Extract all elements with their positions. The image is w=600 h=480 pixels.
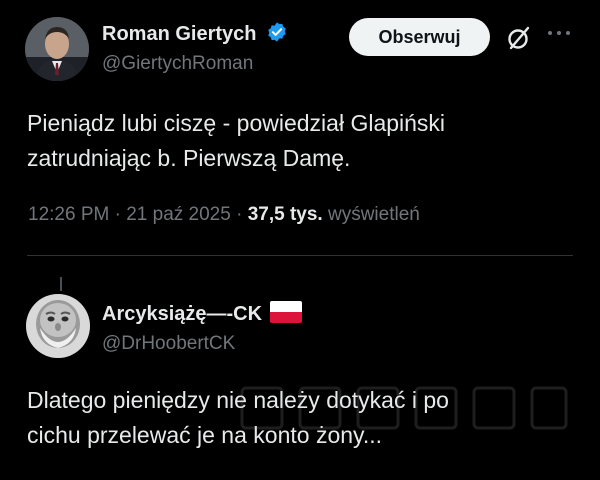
- tweet-text: Pieniądz lubi ciszę - powiedział Glapińs…: [27, 106, 445, 176]
- poland-flag-icon: [269, 301, 302, 323]
- tweet-meta: 12:26 PM · 21 paź 2025 · 37,5 tys. wyświ…: [28, 204, 420, 226]
- views-label: wyświetleń: [327, 204, 420, 225]
- avatar-photo: [25, 17, 89, 81]
- author-name[interactable]: Arcyksiążę—-CK: [102, 301, 302, 326]
- author-name-text[interactable]: Arcyksiążę—-CK: [102, 303, 262, 325]
- tweet-date[interactable]: 21 paź 2025: [126, 204, 231, 225]
- avatar[interactable]: [26, 294, 90, 358]
- meta-separator: ·: [236, 204, 243, 225]
- author-handle[interactable]: @DrHoobertCK: [102, 333, 235, 355]
- avatar[interactable]: [25, 17, 89, 81]
- author-name[interactable]: Roman Giertych: [102, 21, 288, 49]
- verified-badge-icon: [266, 21, 288, 49]
- avatar-photo: [26, 294, 90, 358]
- follow-button[interactable]: Obserwuj: [349, 18, 490, 56]
- reply-text-line: Dlatego pieniędzy nie należy dotykać i p…: [27, 387, 449, 413]
- views-count[interactable]: 37,5 tys.: [248, 204, 323, 225]
- reply-text: Dlatego pieniędzy nie należy dotykać i p…: [27, 383, 449, 453]
- tweet-text-line: zatrudniając b. Pierwszą Damę.: [27, 145, 351, 171]
- grok-icon[interactable]: [505, 24, 533, 52]
- thread-connector: [60, 277, 62, 291]
- author-name-text[interactable]: Roman Giertych: [102, 23, 256, 45]
- author-handle[interactable]: @GiertychRoman: [102, 53, 253, 75]
- divider: [27, 255, 573, 256]
- tweet-text-line: Pieniądz lubi ciszę - powiedział Glapińs…: [27, 110, 446, 136]
- meta-separator: ·: [114, 204, 121, 225]
- tweet-time[interactable]: 12:26 PM: [28, 204, 109, 225]
- reply-text-line: cichu przelewać je na konto żony...: [27, 422, 382, 448]
- more-options-icon[interactable]: [545, 23, 573, 51]
